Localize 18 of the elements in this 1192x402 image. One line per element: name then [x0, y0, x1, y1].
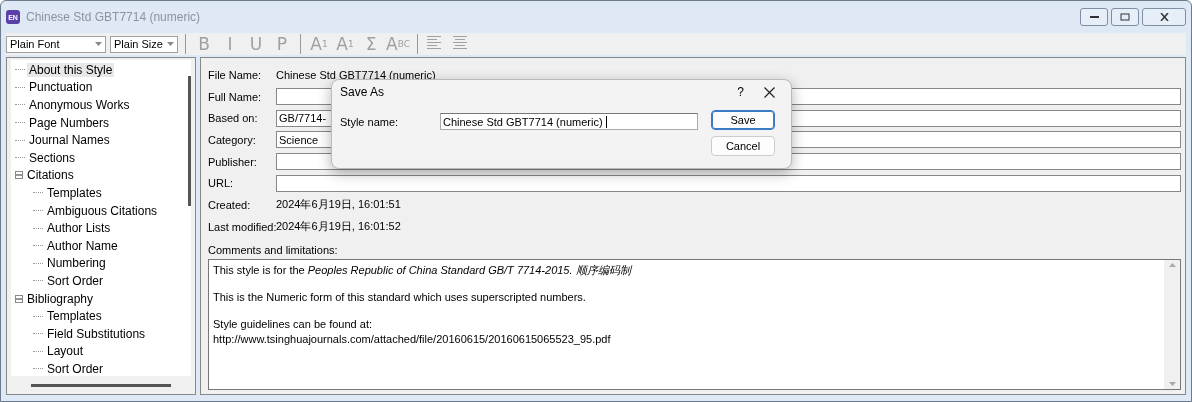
field-label: Style name:: [340, 115, 400, 130]
field-label: Created:: [208, 198, 252, 211]
comment-paragraph: This is the Numeric form of this standard which uses superscripted numbers.: [213, 289, 587, 305]
field-label: Category:: [208, 133, 257, 146]
field-label: Publisher:: [208, 155, 258, 168]
field-value: Chinese Std GBT7714 (numeric): [276, 68, 436, 81]
field-value: 2024年6月19日, 16:01:52: [276, 219, 401, 235]
comment-paragraph: This style is for the Peoples Republic of China Standard GB/T 7714-2015. 顺序编码制: [213, 262, 634, 278]
field-value: 2024年6月19日, 16:01:51: [276, 197, 401, 213]
field-label: File Name:: [208, 68, 263, 81]
field-label: Comments and limitations:: [208, 243, 339, 256]
field-label: URL:: [208, 177, 235, 190]
window-title: Chinese Std GBT7714 (numeric): [26, 10, 202, 24]
comment-paragraph: Style guidelines can be found at: http://www.tsinghuajournals.com/attached/file/20160615/20160615065523_95.pdf: [213, 316, 612, 347]
field-label: Last modified:: [208, 220, 276, 233]
dialog-title: Save As: [340, 85, 386, 99]
field-label: Based on:: [208, 112, 259, 125]
field-label: Full Name:: [208, 90, 263, 103]
